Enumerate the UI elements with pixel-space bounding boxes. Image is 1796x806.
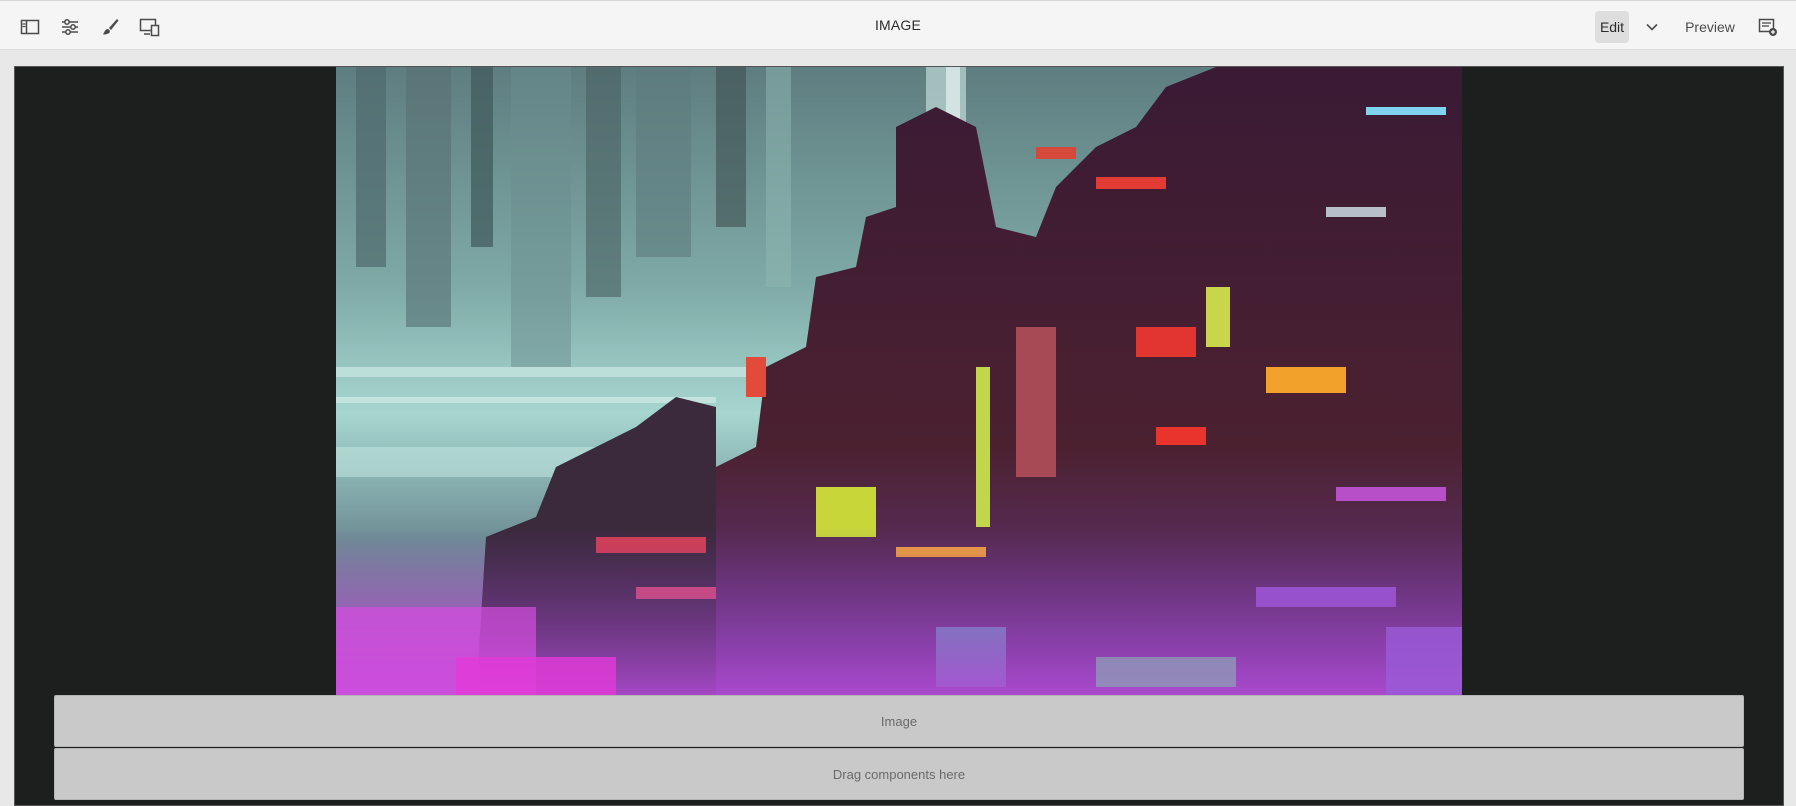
drop-zone[interactable]: Drag components here [54,748,1744,800]
cyberpunk-city-image[interactable] [336,67,1462,697]
chevron-down-icon[interactable] [1640,11,1664,43]
image-component-placeholder[interactable]: Image [54,695,1744,747]
preview-button[interactable]: Preview [1680,11,1740,43]
page-title: IMAGE [874,17,922,33]
annotate-icon[interactable] [1752,11,1784,43]
edit-mode-button[interactable]: Edit [1595,11,1629,43]
editor-toolbar: IMAGE Edit Preview [0,0,1796,50]
page-canvas: Image Drag components here [14,66,1784,806]
